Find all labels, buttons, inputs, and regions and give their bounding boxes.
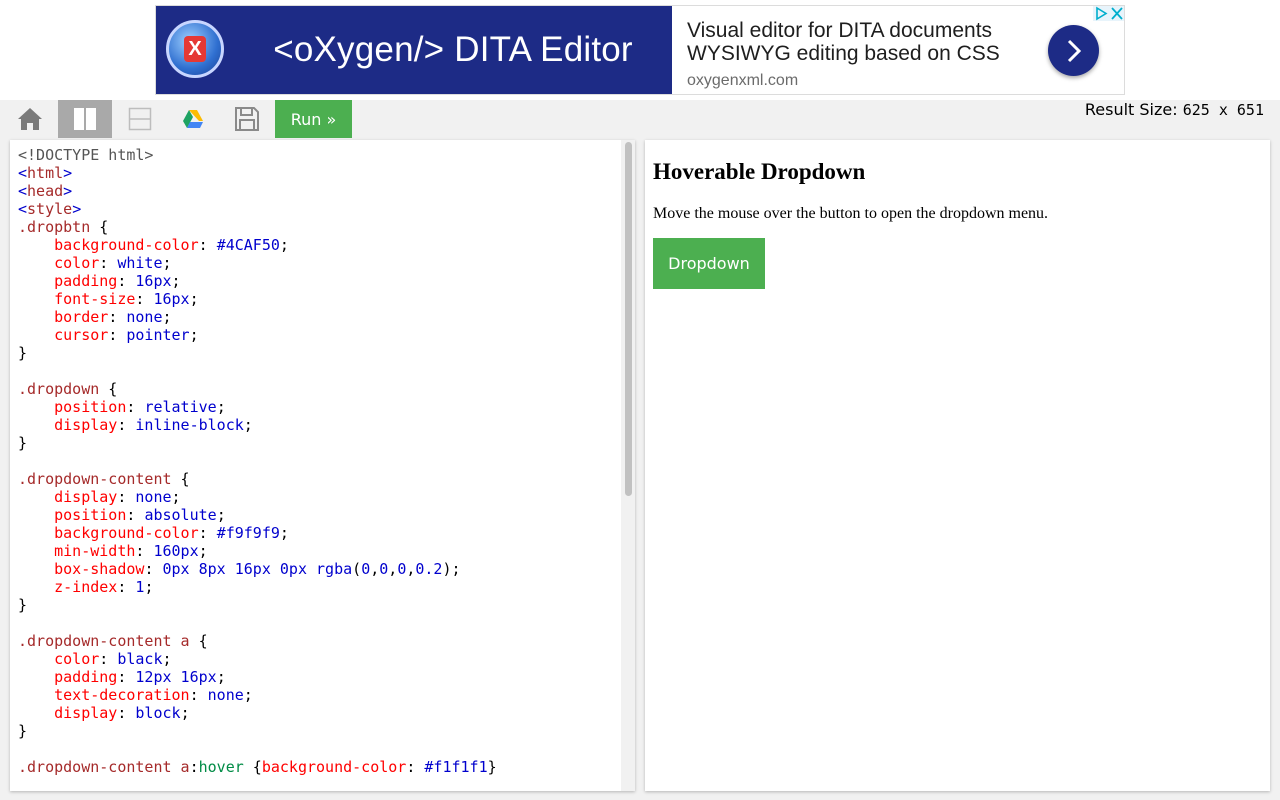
toolbar: Run » Result Size: 625 x 651 [0, 100, 1280, 138]
chevron-right-icon [1067, 39, 1082, 63]
code-editor[interactable]: <!DOCTYPE html> <html> <head> <style> .dropb… [18, 146, 623, 776]
code-line[interactable]: <style> [18, 200, 623, 218]
code-scrollbar[interactable] [621, 140, 635, 791]
code-line[interactable]: text-decoration: none; [18, 686, 623, 704]
code-line[interactable]: padding: 12px 16px; [18, 668, 623, 686]
code-line[interactable]: cursor: pointer; [18, 326, 623, 344]
columns-layout-icon [74, 108, 96, 130]
code-scrollbar-thumb[interactable] [625, 142, 632, 496]
code-line[interactable]: <!DOCTYPE html> [18, 146, 623, 164]
ad-logo[interactable]: X [156, 6, 234, 94]
layout-rows-button[interactable] [113, 100, 167, 138]
code-line[interactable] [18, 452, 623, 470]
save-button[interactable] [220, 100, 274, 138]
code-line[interactable]: <head> [18, 182, 623, 200]
code-line[interactable]: } [18, 434, 623, 452]
result-heading: Hoverable Dropdown [653, 159, 866, 184]
ad-open-button[interactable] [1048, 25, 1099, 76]
code-line[interactable]: box-shadow: 0px 8px 16px 0px rgba(0,0,0,… [18, 560, 623, 578]
code-line[interactable]: min-width: 160px; [18, 542, 623, 560]
code-line[interactable]: .dropdown-content { [18, 470, 623, 488]
code-line[interactable]: .dropdown-content a:hover {background-co… [18, 758, 623, 776]
code-line[interactable]: <html> [18, 164, 623, 182]
code-line[interactable]: border: none; [18, 308, 623, 326]
code-line[interactable] [18, 362, 623, 380]
code-line[interactable]: color: black; [18, 650, 623, 668]
code-line[interactable]: .dropdown-content a { [18, 632, 623, 650]
result-description: Move the mouse over the button to open t… [653, 205, 1049, 222]
code-line[interactable]: font-size: 16px; [18, 290, 623, 308]
ad-banner[interactable]: X <oXygen/> DITA Editor Visual editor fo… [155, 5, 1125, 95]
ad-display-url[interactable]: oxygenxml.com [687, 72, 798, 90]
code-line[interactable]: color: white; [18, 254, 623, 272]
code-line[interactable]: } [18, 722, 623, 740]
save-icon [235, 107, 259, 131]
ad-description-line-1[interactable]: Visual editor for DITA documents [687, 19, 992, 43]
result-size-height: 651 [1236, 101, 1264, 119]
result-size-width: 625 [1182, 101, 1210, 119]
ad-headline: <oXygen/> DITA Editor [273, 30, 633, 69]
code-line[interactable]: } [18, 596, 623, 614]
result-size-readout: Result Size: 625 x 651 [1085, 100, 1264, 138]
code-line[interactable]: background-color: #f9f9f9; [18, 524, 623, 542]
rows-layout-icon [128, 107, 152, 131]
code-line[interactable]: padding: 16px; [18, 272, 623, 290]
layout-columns-button[interactable] [58, 100, 112, 138]
oxygen-logo-icon: X [166, 20, 224, 78]
code-line[interactable]: .dropdown { [18, 380, 623, 398]
run-button[interactable]: Run » [275, 100, 352, 138]
result-size-separator: x [1209, 101, 1237, 119]
code-line[interactable]: background-color: #4CAF50; [18, 236, 623, 254]
google-drive-icon [183, 110, 203, 128]
code-line[interactable]: z-index: 1; [18, 578, 623, 596]
code-line[interactable]: position: relative; [18, 398, 623, 416]
ad-close-icon[interactable] [1109, 6, 1124, 21]
result-panel: Hoverable Dropdown Move the mouse over t… [645, 140, 1270, 791]
code-line[interactable] [18, 614, 623, 632]
ad-description-line-2[interactable]: WYSIWYG editing based on CSS [687, 42, 1000, 66]
google-drive-button[interactable] [166, 100, 220, 138]
code-line[interactable]: display: block; [18, 704, 623, 722]
code-line[interactable]: display: none; [18, 488, 623, 506]
code-editor-panel[interactable]: <!DOCTYPE html> <html> <head> <style> .dropb… [10, 140, 635, 791]
home-button[interactable] [3, 100, 57, 138]
ad-headline-box[interactable]: <oXygen/> DITA Editor [234, 6, 672, 94]
ad-logo-letter: X [184, 36, 206, 62]
code-line[interactable]: display: inline-block; [18, 416, 623, 434]
code-line[interactable]: .dropbtn { [18, 218, 623, 236]
dropdown-button[interactable]: Dropdown [653, 238, 765, 289]
result-size-label: Result Size: [1084, 100, 1183, 119]
ad-area: X <oXygen/> DITA Editor Visual editor fo… [0, 0, 1280, 100]
code-line[interactable]: position: absolute; [18, 506, 623, 524]
code-line[interactable] [18, 740, 623, 758]
ad-choices-icon[interactable] [1093, 6, 1109, 21]
home-icon [18, 108, 42, 130]
ad-choices[interactable] [1093, 6, 1124, 21]
code-line[interactable]: } [18, 344, 623, 362]
